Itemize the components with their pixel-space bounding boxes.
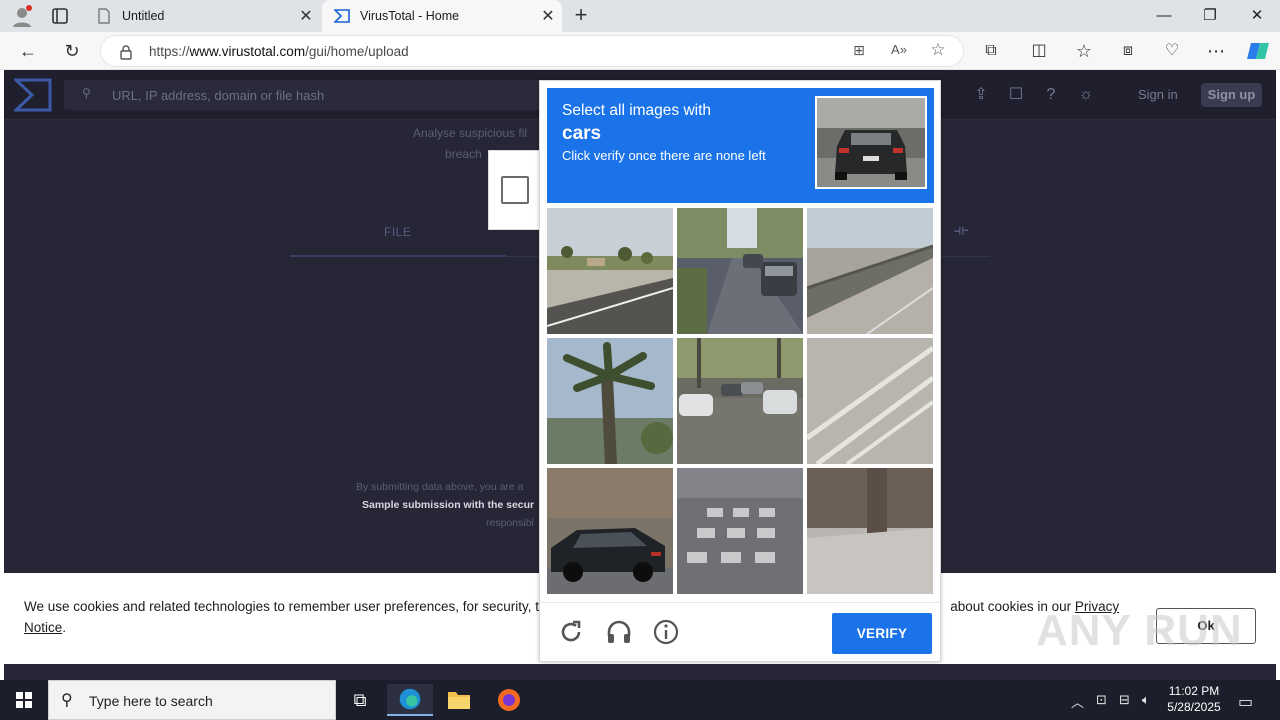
system-clock[interactable]: 11:02 PM 5/28/2025 <box>1163 683 1225 715</box>
windows-taskbar: ⚲ Type here to search ⧉ ︿ ⊡ ⊟ 🔈︎ 11:02 P… <box>0 680 1280 720</box>
prompt-target: cars <box>562 123 602 144</box>
info-icon[interactable] <box>652 618 680 646</box>
tab-title: Untitled <box>122 9 165 23</box>
address-bar[interactable]: https://www.virustotal.com/gui/home/uplo… <box>100 35 964 67</box>
taskbar-search-box[interactable]: ⚲ Type here to search <box>48 680 336 720</box>
new-tab-button[interactable]: + <box>568 2 594 30</box>
refresh-icon[interactable]: ↻ <box>60 39 84 63</box>
captcha-checkbox[interactable] <box>501 176 529 204</box>
tab-file[interactable]: FILE <box>384 225 411 239</box>
tray-chevron-icon[interactable]: ︿ <box>1071 692 1084 711</box>
theme-toggle-icon[interactable]: ☼ <box>1075 84 1097 106</box>
captcha-tile-lane-markings[interactable] <box>807 338 933 464</box>
audio-challenge-icon[interactable] <box>605 618 633 646</box>
vt-search-box[interactable]: ⚲ URL, IP address, domain or file hash <box>64 80 544 110</box>
notification-center-icon[interactable]: ▭ <box>1238 692 1253 712</box>
lock-icon[interactable] <box>119 44 133 60</box>
captcha-challenge: Select all images with cars Click verify… <box>539 80 941 662</box>
restore-button[interactable]: ❐ <box>1187 0 1233 32</box>
browser-tab-bar: Untitled ✕ VirusTotal - Home ✕ + — ❐ ✕ <box>0 0 1280 32</box>
back-icon[interactable]: ← <box>16 39 40 63</box>
windows-start-icon[interactable] <box>0 680 48 720</box>
search-placeholder: URL, IP address, domain or file hash <box>112 88 325 103</box>
search-tab-icon[interactable]: ⟛ <box>954 222 969 240</box>
prompt-line: Select all images with <box>562 102 712 119</box>
prompt-instruction: Click verify once there are none left <box>562 148 766 163</box>
network-icon[interactable]: ⊟ <box>1119 692 1130 708</box>
favorite-star-icon[interactable]: ☆ <box>927 40 949 62</box>
captcha-tile-crosswalk[interactable] <box>677 468 803 594</box>
captcha-tile-street-cars[interactable] <box>677 208 803 334</box>
captcha-prompt: Select all images with cars Click verify… <box>547 88 934 203</box>
sign-in-link[interactable]: Sign in <box>1138 87 1178 102</box>
tab-actions-icon[interactable] <box>50 6 70 26</box>
sample-car-image <box>815 96 927 189</box>
disclaimer-text-3: responsibl <box>486 517 534 529</box>
captcha-tile-sidewalk-wall[interactable] <box>807 468 933 594</box>
clock-time: 11:02 PM <box>1168 684 1220 698</box>
page-icon <box>98 8 110 24</box>
tab-title: VirusTotal - Home <box>360 9 460 23</box>
captcha-checkbox-frame <box>488 150 540 230</box>
search-icon: ⚲ <box>82 86 91 100</box>
disclaimer-bold: Sample submission with the secur <box>362 499 535 511</box>
firefox-icon[interactable] <box>486 684 532 716</box>
volume-icon[interactable]: 🔈︎ <box>1142 692 1150 708</box>
url-text: https://www.virustotal.com/gui/home/uplo… <box>149 44 409 59</box>
extensions-icon[interactable]: ⧉ <box>979 39 1003 63</box>
tab-untitled[interactable]: Untitled ✕ <box>84 0 320 32</box>
anyrun-watermark: ANY RUN <box>1036 606 1243 655</box>
captcha-tile-road-palms[interactable] <box>547 208 673 334</box>
more-menu-icon[interactable]: ⋯ <box>1204 39 1228 63</box>
close-icon[interactable]: ✕ <box>534 6 562 26</box>
disclaimer-text: By submitting data above, you are a <box>356 481 524 493</box>
minimize-button[interactable]: — <box>1141 0 1187 32</box>
split-screen-icon[interactable]: ◫ <box>1027 39 1051 63</box>
taskbar-search-placeholder: Type here to search <box>89 693 213 709</box>
sign-up-button[interactable]: Sign up <box>1201 83 1262 107</box>
captcha-footer: VERIFY <box>540 602 940 662</box>
virustotal-logo[interactable] <box>14 78 52 112</box>
search-icon: ⚲ <box>61 692 73 709</box>
intro-text-2: breach <box>445 147 482 161</box>
close-icon[interactable]: ✕ <box>292 6 320 26</box>
edge-browser-icon[interactable] <box>387 684 433 716</box>
task-view-icon[interactable]: ⧉ <box>337 684 383 716</box>
captcha-tile-palm-tree[interactable] <box>547 338 673 464</box>
captcha-tile-parking-lot[interactable] <box>677 338 803 464</box>
notifications-icon[interactable]: ☐ <box>1005 84 1027 106</box>
help-icon[interactable]: ? <box>1040 84 1062 106</box>
tab-virustotal[interactable]: VirusTotal - Home ✕ <box>322 0 562 32</box>
navigation-bar: ← ↻ https://www.virustotal.com/gui/home/… <box>0 32 1280 70</box>
captcha-tile-dark-sedan[interactable] <box>547 468 673 594</box>
copilot-icon[interactable] <box>1246 39 1270 63</box>
upload-icon[interactable]: ⇪ <box>970 84 992 106</box>
virustotal-icon <box>334 9 350 23</box>
tray-device-icon[interactable]: ⊡ <box>1096 692 1107 708</box>
file-explorer-icon[interactable] <box>436 684 482 716</box>
favorites-icon[interactable]: ☆ <box>1072 39 1096 63</box>
tab-file-underline <box>290 255 506 257</box>
clock-date: 5/28/2025 <box>1167 700 1221 714</box>
refresh-challenge-icon[interactable] <box>557 618 585 646</box>
read-aloud-icon[interactable]: A» <box>889 42 909 62</box>
performance-icon[interactable]: ♡ <box>1160 39 1184 63</box>
verify-button[interactable]: VERIFY <box>832 613 932 654</box>
app-available-icon[interactable]: ⊞ <box>849 42 869 62</box>
captcha-tile-highway[interactable] <box>807 208 933 334</box>
close-window-button[interactable]: ✕ <box>1234 0 1280 32</box>
collections-icon[interactable]: ⧈ <box>1116 39 1140 63</box>
intro-text: Analyse suspicious fil <box>413 126 528 140</box>
profile-icon[interactable] <box>10 4 34 28</box>
